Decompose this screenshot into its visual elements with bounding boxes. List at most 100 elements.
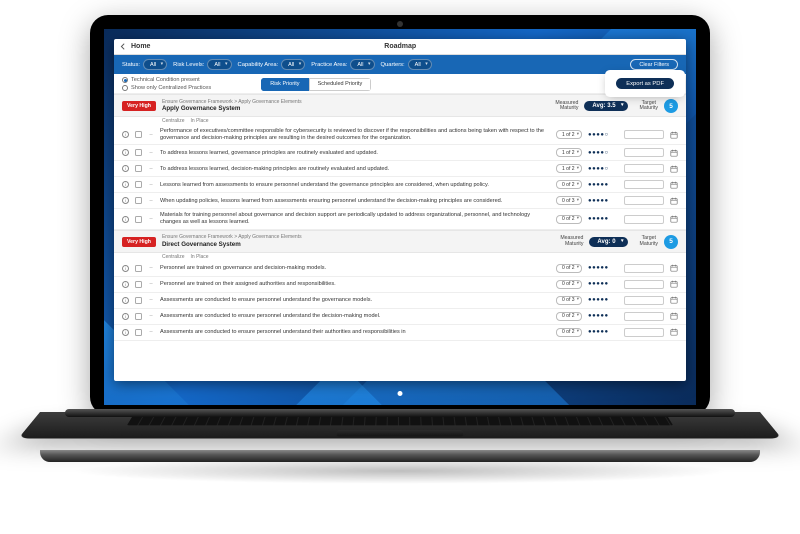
info-icon[interactable]: i	[122, 197, 129, 204]
calendar-icon[interactable]	[670, 296, 678, 304]
centralize-checkbox[interactable]	[135, 131, 142, 138]
info-icon[interactable]: i	[122, 297, 129, 304]
filter-capability-value[interactable]: All	[281, 59, 305, 70]
inplace-indicator: –	[148, 150, 154, 156]
info-icon[interactable]: i	[122, 165, 129, 172]
column-sublabels: CentralizeIn Place	[114, 117, 686, 125]
calendar-icon[interactable]	[670, 181, 678, 189]
calendar-icon[interactable]	[670, 197, 678, 205]
practice-text: Personnel are trained on governance and …	[160, 265, 550, 272]
target-input[interactable]	[624, 215, 664, 224]
section-header: Very HighEnsure Governance Framework > A…	[114, 230, 686, 253]
option-technical-condition[interactable]: Technical Condition present	[122, 77, 211, 83]
count-dropdown[interactable]: 1 of 2	[556, 148, 582, 157]
target-input[interactable]	[624, 164, 664, 173]
option-centralized-only[interactable]: Show only Centralized Practices	[122, 85, 211, 91]
practice-row: i–Performance of executives/committee re…	[114, 125, 686, 145]
section-title: Direct Governance System	[162, 241, 302, 248]
maturity-dots: ●●●●●	[588, 281, 618, 287]
home-link[interactable]: Home	[131, 43, 150, 50]
maturity-dots: ●●●●○	[588, 166, 618, 172]
target-input[interactable]	[624, 148, 664, 157]
info-icon[interactable]: i	[122, 131, 129, 138]
info-icon[interactable]: i	[122, 181, 129, 188]
filter-risk-label: Risk Levels:	[173, 62, 204, 68]
export-pdf-button[interactable]: Export as PDF	[616, 78, 674, 89]
laptop-frame: Home Roadmap Status: All Risk Levels: Al…	[90, 15, 710, 415]
info-icon[interactable]: i	[122, 216, 129, 223]
centralize-checkbox[interactable]	[135, 265, 142, 272]
filter-risk-value[interactable]: All	[207, 59, 231, 70]
target-input[interactable]	[624, 312, 664, 321]
info-icon[interactable]: i	[122, 313, 129, 320]
centralize-checkbox[interactable]	[135, 329, 142, 336]
count-dropdown[interactable]: 0 of 2	[556, 180, 582, 189]
target-maturity-label: TargetMaturity	[640, 236, 658, 247]
column-sublabels: Centralize In Place	[114, 253, 686, 261]
tab-risk-priority[interactable]: Risk Priority	[261, 78, 308, 91]
target-input[interactable]	[624, 280, 664, 289]
roadmap-app: Home Roadmap Status: All Risk Levels: Al…	[114, 39, 686, 381]
centralize-checkbox[interactable]	[135, 216, 142, 223]
inplace-indicator: –	[148, 216, 154, 222]
filter-quarters-value[interactable]: All	[408, 59, 432, 70]
practice-text: To address lessons learned, governance p…	[160, 150, 550, 157]
centralize-checkbox[interactable]	[135, 281, 142, 288]
practice-text: When updating policies, lessons learned …	[160, 198, 550, 205]
target-input[interactable]	[624, 296, 664, 305]
calendar-icon[interactable]	[670, 215, 678, 223]
calendar-icon[interactable]	[670, 280, 678, 288]
inplace-indicator: –	[148, 313, 154, 319]
calendar-icon[interactable]	[670, 149, 678, 157]
avg-maturity-dropdown[interactable]: Avg: 0	[589, 237, 627, 247]
calendar-icon[interactable]	[670, 165, 678, 173]
count-dropdown[interactable]: 0 of 2	[556, 312, 582, 321]
inplace-indicator: –	[148, 265, 154, 271]
target-input[interactable]	[624, 328, 664, 337]
centralize-checkbox[interactable]	[135, 165, 142, 172]
count-dropdown[interactable]: 0 of 2	[556, 328, 582, 337]
count-dropdown[interactable]: 0 of 3	[556, 296, 582, 305]
calendar-icon[interactable]	[670, 264, 678, 272]
centralize-checkbox[interactable]	[135, 313, 142, 320]
practice-row: i –To address lessons learned, governance…	[114, 145, 686, 161]
count-dropdown[interactable]: 1 of 2	[556, 130, 582, 139]
clear-filters-button[interactable]: Clear Filters	[630, 59, 678, 70]
info-icon[interactable]: i	[122, 329, 129, 336]
avg-maturity-dropdown[interactable]: Avg: 3.5	[584, 101, 627, 111]
filter-status-value[interactable]: All	[143, 59, 167, 70]
filter-practice-label: Practice Area:	[311, 62, 347, 68]
pager-dot	[398, 391, 403, 396]
filter-practice-value[interactable]: All	[350, 59, 374, 70]
radio-icon	[122, 77, 128, 83]
centralize-checkbox[interactable]	[135, 181, 142, 188]
info-icon[interactable]: i	[122, 281, 129, 288]
titlebar: Home Roadmap	[114, 39, 686, 55]
centralize-checkbox[interactable]	[135, 197, 142, 204]
info-icon[interactable]: i	[122, 265, 129, 272]
target-input[interactable]	[624, 196, 664, 205]
col-inplace: In Place	[191, 254, 209, 260]
count-dropdown[interactable]: 0 of 3	[556, 196, 582, 205]
tab-scheduled-priority[interactable]: Scheduled Priority	[309, 78, 372, 91]
target-input[interactable]	[624, 130, 664, 139]
calendar-icon[interactable]	[670, 131, 678, 139]
filter-quarters: Quarters: All	[381, 59, 432, 70]
maturity-dots: ●●●●●	[588, 216, 618, 222]
target-input[interactable]	[624, 180, 664, 189]
centralize-checkbox[interactable]	[135, 149, 142, 156]
sections-list: Very HighEnsure Governance Framework > A…	[114, 94, 686, 341]
calendar-icon[interactable]	[670, 312, 678, 320]
maturity-dots: ●●●●●	[588, 313, 618, 319]
info-icon[interactable]: i	[122, 149, 129, 156]
target-input[interactable]	[624, 264, 664, 273]
col-centralize: Centralize	[162, 254, 185, 260]
centralize-checkbox[interactable]	[135, 297, 142, 304]
count-dropdown[interactable]: 1 of 2	[556, 164, 582, 173]
back-icon[interactable]	[120, 43, 127, 50]
calendar-icon[interactable]	[670, 328, 678, 336]
count-dropdown[interactable]: 0 of 2	[556, 215, 582, 224]
count-dropdown[interactable]: 0 of 2	[556, 264, 582, 273]
section-header: Very HighEnsure Governance Framework > A…	[114, 94, 686, 117]
count-dropdown[interactable]: 0 of 2	[556, 280, 582, 289]
